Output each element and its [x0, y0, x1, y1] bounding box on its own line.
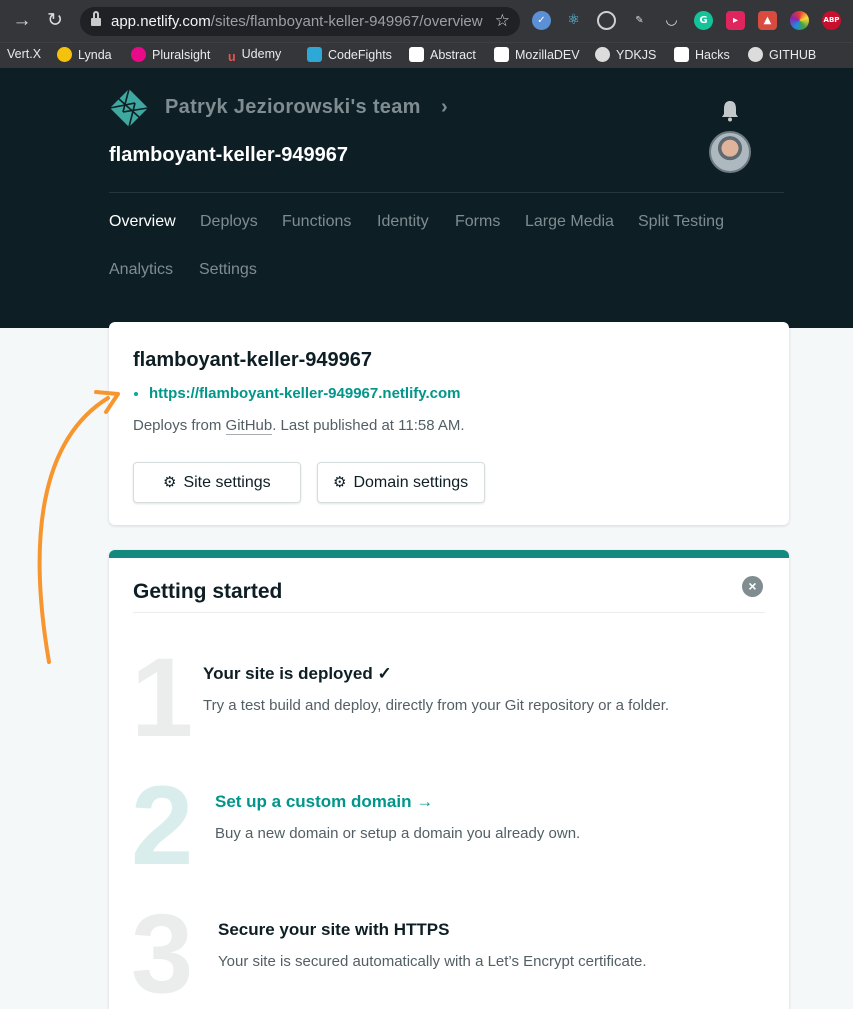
codefights-icon — [307, 47, 322, 62]
step-number: 3 — [131, 891, 194, 1009]
chevron-right-icon[interactable]: › — [441, 96, 448, 119]
react-devtools-icon[interactable]: ⚛ — [564, 11, 583, 30]
bookmark-lynda[interactable]: Lynda — [57, 47, 112, 62]
bookmark-abstract[interactable]: Abstract — [409, 47, 476, 62]
tab-analytics[interactable]: Analytics — [109, 261, 173, 279]
tab-large-media[interactable]: Large Media — [525, 213, 614, 231]
step-description: Try a test build and deploy, directly fr… — [203, 697, 670, 714]
tab-functions[interactable]: Functions — [282, 213, 351, 231]
step-description: Buy a new domain or setup a domain you a… — [215, 825, 581, 842]
url-text: app.netlify.com/sites/flamboyant-keller-… — [111, 13, 483, 30]
avatar[interactable] — [709, 131, 751, 173]
adblock-icon[interactable]: ABP — [822, 11, 841, 30]
bookmark-hacks[interactable]: Hacks — [674, 47, 730, 62]
site-url-link[interactable]: https://flamboyant-keller-949967.netlify… — [149, 385, 460, 402]
lock-icon — [91, 11, 101, 27]
gear-icon: ⚙ — [333, 474, 347, 491]
udemy-icon: u — [228, 50, 236, 64]
abstract-icon — [409, 47, 424, 62]
section-divider — [133, 612, 765, 613]
reload-icon[interactable]: ↻ — [44, 10, 66, 32]
tab-identity[interactable]: Identity — [377, 213, 429, 231]
browser-toolbar: → ↻ app.netlify.com/sites/flamboyant-kel… — [0, 0, 853, 42]
github-icon — [595, 47, 610, 62]
site-header: Patryk Jeziorowski's team › flamboyant-k… — [0, 68, 853, 328]
site-card-title: flamboyant-keller-949967 — [133, 349, 373, 371]
bell-icon[interactable] — [720, 100, 740, 122]
netlify-logo-icon[interactable] — [109, 88, 149, 128]
extension-3-icon[interactable] — [597, 11, 616, 30]
extension-8-icon[interactable]: ▲ — [758, 11, 777, 30]
mozilla-icon — [494, 47, 509, 62]
header-divider — [109, 192, 784, 193]
pen-tool-icon[interactable]: ✎ — [630, 11, 649, 30]
step-title: Secure your site with HTTPS — [218, 920, 450, 939]
extension-1-icon[interactable]: ✓ — [532, 11, 551, 30]
getting-started-card: Getting started × 1 Your site is deploye… — [109, 550, 789, 1009]
status-dot-icon — [134, 392, 138, 396]
site-name-heading: flamboyant-keller-949967 — [109, 144, 349, 166]
github-icon — [748, 47, 763, 62]
deploy-info: Deploys from GitHub. Last published at 1… — [133, 417, 465, 435]
lynda-icon — [57, 47, 72, 62]
color-picker-icon[interactable] — [790, 11, 809, 30]
custom-domain-link[interactable]: Set up a custom domain → — [215, 792, 433, 812]
bookmarks-bar: Vert.X Lynda Pluralsight u Udemy CodeFigh… — [0, 42, 853, 68]
site-settings-button[interactable]: ⚙ Site settings — [133, 462, 301, 503]
tab-deploys[interactable]: Deploys — [200, 213, 258, 231]
address-bar[interactable]: app.netlify.com/sites/flamboyant-keller-… — [80, 7, 520, 36]
hacks-icon — [674, 47, 689, 62]
bookmark-udemy[interactable]: u Udemy — [228, 47, 281, 65]
team-name[interactable]: Patryk Jeziorowski's team — [165, 96, 421, 119]
bookmark-ydkjs[interactable]: YDKJS — [595, 47, 656, 62]
step-number: 2 — [131, 763, 194, 888]
github-link[interactable]: GitHub — [225, 417, 273, 435]
getting-started-title: Getting started — [133, 580, 283, 603]
site-overview-card: flamboyant-keller-949967 https://flamboy… — [109, 322, 789, 525]
forward-arrow-icon[interactable]: → — [11, 10, 33, 32]
domain-settings-button[interactable]: ⚙ Domain settings — [317, 462, 485, 503]
video-extension-icon[interactable]: ▸ — [726, 11, 745, 30]
tab-forms[interactable]: Forms — [455, 213, 500, 231]
bookmark-mozilladev[interactable]: MozillaDEV — [494, 47, 580, 62]
grammarly-icon[interactable]: G — [694, 11, 713, 30]
step-description: Your site is secured automatically with … — [218, 953, 647, 970]
bookmark-github[interactable]: GITHUB — [748, 47, 816, 62]
tab-settings[interactable]: Settings — [199, 261, 257, 279]
close-icon[interactable]: × — [742, 576, 763, 597]
bookmark-vertx[interactable]: Vert.X — [7, 47, 41, 61]
bookmark-codefights[interactable]: CodeFights — [307, 47, 392, 62]
step-number: 1 — [131, 635, 194, 760]
gear-icon: ⚙ — [163, 474, 177, 491]
tab-overview[interactable]: Overview — [109, 213, 176, 231]
bookmark-pluralsight[interactable]: Pluralsight — [131, 47, 210, 62]
pocket-icon[interactable]: ◡ — [662, 11, 681, 30]
step-title: Your site is deployed ✓ — [203, 664, 392, 683]
pluralsight-icon — [131, 47, 146, 62]
bookmark-star-icon[interactable]: ☆ — [495, 11, 510, 31]
tab-split-testing[interactable]: Split Testing — [638, 213, 724, 231]
